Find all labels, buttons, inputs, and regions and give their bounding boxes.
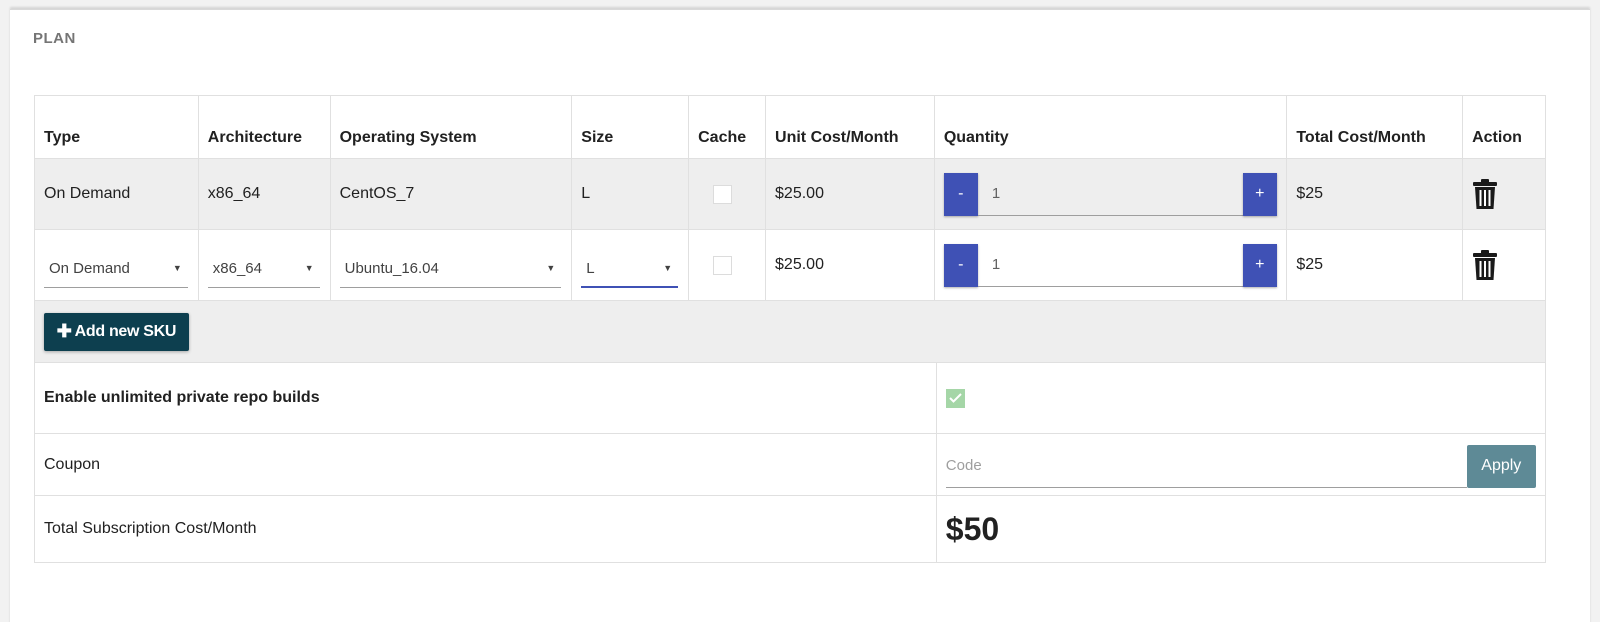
type-select[interactable]: On Demand ▼ (44, 250, 188, 288)
architecture-value: x86_64 (197, 159, 330, 229)
total-label: Total Subscription Cost/Month (44, 520, 257, 537)
coupon-cell: Code Apply (935, 434, 1545, 495)
total-subscription-value: $50 (945, 510, 1000, 547)
trash-icon[interactable] (1472, 249, 1498, 281)
chevron-down-icon: ▼ (546, 263, 556, 273)
quantity-stepper: - 1 + (943, 243, 1277, 287)
total-cell: $50 (935, 496, 1545, 562)
type-cell: On Demand ▼ (35, 230, 198, 300)
cache-cell (688, 159, 765, 229)
quantity-cell: - 1 + (933, 159, 1287, 229)
architecture-select[interactable]: x86_64 ▼ (207, 250, 320, 288)
col-header-operating-system: Operating System (329, 96, 572, 158)
coupon-code-input[interactable]: Code (945, 444, 1467, 488)
unit-cost-value: $25.00 (765, 230, 934, 300)
add-sku-row: ✚ Add new SKU (35, 300, 1545, 362)
private-repo-cell (935, 363, 1545, 433)
col-header-cache: Cache (688, 96, 765, 158)
decrement-button[interactable]: - (943, 243, 978, 287)
check-icon (949, 393, 962, 403)
os-select-value: Ubuntu_16.04 (344, 260, 439, 277)
architecture-select-value: x86_64 (212, 260, 262, 277)
os-value: CentOS_7 (329, 159, 572, 229)
cache-checkbox[interactable] (713, 255, 733, 275)
type-value: On Demand (44, 185, 131, 202)
action-cell (1462, 159, 1545, 229)
chevron-down-icon: ▼ (304, 263, 314, 273)
plan-table: Type Architecture Operating System Size … (34, 95, 1546, 563)
section-title: PLAN (33, 30, 76, 47)
col-header-total-cost: Total Cost/Month (1286, 96, 1462, 158)
action-cell (1462, 230, 1545, 300)
increment-button[interactable]: + (1242, 243, 1277, 287)
private-repo-label: Enable unlimited private repo builds (44, 389, 320, 406)
col-header-size: Size (571, 96, 688, 158)
quantity-stepper: - 1 + (943, 172, 1277, 216)
coupon-form: Code Apply (945, 444, 1536, 488)
size-select[interactable]: L ▼ (581, 250, 679, 288)
col-header-action: Action (1462, 96, 1545, 158)
coupon-row: Coupon Code Apply (35, 433, 1545, 495)
coupon-label: Coupon (44, 455, 101, 473)
os-select[interactable]: Ubuntu_16.04 ▼ (339, 250, 562, 288)
quantity-input[interactable]: 1 (977, 173, 1243, 216)
col-header-quantity: Quantity (933, 96, 1287, 158)
total-cost-value: $25 (1286, 230, 1462, 300)
cache-cell (688, 230, 765, 300)
os-cell: Ubuntu_16.04 ▼ (329, 230, 572, 300)
size-cell: L ▼ (571, 230, 688, 300)
apply-coupon-button[interactable]: Apply (1466, 444, 1536, 488)
trash-icon[interactable] (1472, 178, 1498, 210)
table-row: On Demand ▼ x86_64 ▼ Ubuntu_16.04 ▼ L ▼ (35, 229, 1545, 300)
plus-icon: ✚ (56, 321, 72, 341)
private-repo-row: Enable unlimited private repo builds (35, 362, 1545, 433)
col-header-unit-cost: Unit Cost/Month (765, 96, 934, 158)
add-sku-button[interactable]: ✚ Add new SKU (44, 312, 189, 351)
col-header-type: Type (44, 129, 81, 146)
cache-checkbox[interactable] (713, 184, 733, 204)
chevron-down-icon: ▼ (172, 263, 182, 273)
col-header-architecture: Architecture (197, 96, 330, 158)
decrement-button[interactable]: - (943, 172, 978, 216)
private-repo-checkbox[interactable] (945, 388, 965, 408)
chevron-down-icon: ▼ (663, 263, 673, 273)
architecture-cell: x86_64 ▼ (197, 230, 330, 300)
size-select-value: L (586, 259, 595, 277)
quantity-input[interactable]: 1 (977, 244, 1243, 287)
total-cost-value: $25 (1286, 159, 1462, 229)
total-row: Total Subscription Cost/Month $50 (35, 495, 1545, 562)
size-value: L (571, 159, 688, 229)
add-sku-label: Add new SKU (74, 322, 177, 340)
type-select-value: On Demand (49, 260, 130, 277)
quantity-cell: - 1 + (933, 230, 1287, 300)
table-header: Type Architecture Operating System Size … (35, 96, 1545, 158)
unit-cost-value: $25.00 (765, 159, 934, 229)
table-row: On Demand x86_64 CentOS_7 L $25.00 - 1 +… (35, 158, 1545, 229)
increment-button[interactable]: + (1242, 172, 1277, 216)
